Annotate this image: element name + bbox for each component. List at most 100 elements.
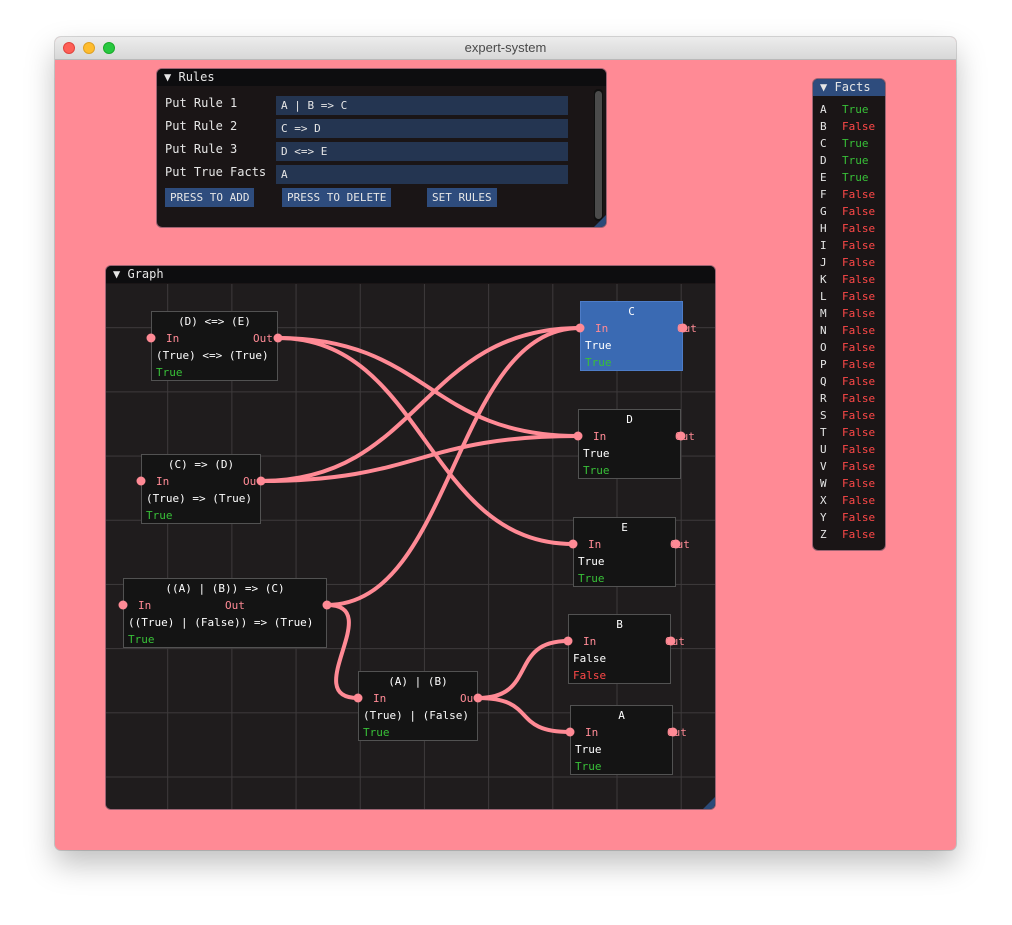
delete-rule-button[interactable]: PRESS TO DELETE bbox=[282, 188, 392, 207]
node-out-label[interactable]: Out bbox=[243, 475, 263, 488]
graph-node-a[interactable]: A In Out True True bbox=[570, 705, 687, 775]
node-title: B bbox=[616, 618, 623, 631]
fact-letter: O bbox=[820, 341, 827, 354]
node-in-label[interactable]: In bbox=[166, 332, 179, 345]
fact-letter: J bbox=[820, 256, 827, 269]
node-out-label[interactable]: Out bbox=[677, 322, 697, 335]
fact-letter: S bbox=[820, 409, 827, 422]
node-in-label[interactable]: In bbox=[585, 726, 598, 739]
fact-value: False bbox=[842, 409, 876, 422]
fact-letter: P bbox=[820, 358, 827, 371]
node-expression: True bbox=[575, 743, 602, 756]
node-result: True bbox=[585, 356, 612, 369]
fact-value: False bbox=[842, 477, 876, 490]
fact-value: False bbox=[842, 307, 876, 320]
fact-row-p: P False bbox=[820, 356, 875, 373]
fact-letter: R bbox=[820, 392, 827, 405]
graph-node-d[interactable]: D In Out True True bbox=[578, 409, 695, 479]
node-title: C bbox=[628, 305, 635, 318]
node-out-label[interactable]: Out bbox=[253, 332, 273, 345]
resize-grip-icon[interactable] bbox=[703, 797, 715, 809]
fact-row-y: Y False bbox=[820, 509, 875, 526]
node-result: True bbox=[578, 572, 605, 585]
fact-value: False bbox=[842, 256, 876, 269]
resize-grip-icon[interactable] bbox=[594, 215, 606, 227]
fact-letter: E bbox=[820, 171, 827, 184]
graph-canvas[interactable]: (D) <=> (E) In Out (True) <=> (True) True (C)… bbox=[106, 284, 715, 809]
fact-value: False bbox=[842, 511, 876, 524]
graph-link-abc-to-c bbox=[325, 326, 582, 607]
rules-scrollbar-thumb[interactable] bbox=[595, 91, 602, 219]
fact-row-e: E True bbox=[820, 169, 869, 186]
node-in-label[interactable]: In bbox=[583, 635, 596, 648]
fact-letter: I bbox=[820, 239, 827, 252]
collapse-triangle-icon[interactable]: ▼ bbox=[820, 80, 827, 94]
node-out-label[interactable]: Out bbox=[667, 726, 687, 739]
graph-node-ab[interactable]: (A) | (B) In Out (True) | (False) True bbox=[358, 671, 480, 741]
set-rules-button[interactable]: SET RULES bbox=[427, 188, 497, 207]
node-in-label[interactable]: In bbox=[588, 538, 601, 551]
graph-node-c[interactable]: C In Out True True bbox=[580, 301, 697, 371]
node-out-label[interactable]: Out bbox=[665, 635, 685, 648]
graph-node-cd[interactable]: (C) => (D) In Out (True) => (True) True bbox=[141, 454, 263, 524]
add-rule-button[interactable]: PRESS TO ADD bbox=[165, 188, 255, 207]
fact-value: False bbox=[842, 341, 876, 354]
graph-node-de[interactable]: (D) <=> (E) In Out (True) <=> (True) True bbox=[151, 311, 278, 381]
fact-value: False bbox=[842, 443, 876, 456]
graph-node-abc[interactable]: ((A) | (B)) => (C) In Out ((True) | (False)… bbox=[123, 578, 327, 648]
node-result: True bbox=[128, 633, 155, 646]
node-out-label[interactable]: Out bbox=[225, 599, 245, 612]
node-out-label[interactable]: Out bbox=[670, 538, 690, 551]
rules-panel-title: Rules bbox=[178, 70, 215, 84]
rule-1-input[interactable]: A | B => C bbox=[276, 96, 568, 115]
collapse-triangle-icon[interactable]: ▼ bbox=[113, 267, 120, 281]
node-in-label[interactable]: In bbox=[138, 599, 151, 612]
node-title: D bbox=[626, 413, 633, 426]
node-in-label[interactable]: In bbox=[593, 430, 606, 443]
fact-letter: F bbox=[820, 188, 827, 201]
graph-node-b[interactable]: B In Out False False bbox=[568, 614, 685, 684]
fact-letter: M bbox=[820, 307, 827, 320]
rules-panel: ▼ Rules Put Rule 1 A | B => C Put Rule 2… bbox=[157, 69, 606, 227]
fact-value: True bbox=[842, 171, 869, 184]
graph-panel-header[interactable]: ▼ Graph bbox=[106, 266, 715, 283]
fact-row-k: K False bbox=[820, 271, 875, 288]
node-expression: (True) <=> (True) bbox=[156, 349, 269, 362]
fact-letter: Q bbox=[820, 375, 827, 388]
rule-3-input[interactable]: D <=> E bbox=[276, 142, 568, 161]
node-out-label[interactable]: Out bbox=[460, 692, 480, 705]
node-in-label[interactable]: In bbox=[595, 322, 608, 335]
graph-node-e[interactable]: E In Out True True bbox=[573, 517, 690, 587]
node-title: E bbox=[621, 521, 628, 534]
fact-value: False bbox=[842, 290, 876, 303]
fact-value: False bbox=[842, 375, 876, 388]
fact-row-c: C True bbox=[820, 135, 869, 152]
fact-letter: Y bbox=[820, 511, 827, 524]
fact-letter: C bbox=[820, 137, 827, 150]
node-out-label[interactable]: Out bbox=[675, 430, 695, 443]
node-in-label[interactable]: In bbox=[373, 692, 386, 705]
collapse-triangle-icon[interactable]: ▼ bbox=[164, 70, 171, 84]
rules-scrollbar[interactable] bbox=[594, 89, 603, 221]
fact-value: True bbox=[842, 154, 869, 167]
rule-2-input[interactable]: C => D bbox=[276, 119, 568, 138]
fact-value: True bbox=[842, 103, 869, 116]
node-title: A bbox=[618, 709, 625, 722]
true-facts-input[interactable]: A bbox=[276, 165, 568, 184]
node-result: False bbox=[573, 669, 607, 682]
facts-panel: ▼ Facts A True B False C True D True E True F False… bbox=[813, 79, 885, 550]
rules-panel-header[interactable]: ▼ Rules bbox=[157, 69, 606, 86]
app-window: expert-system ▼ Rules Put Rule 1 A | B =… bbox=[55, 37, 956, 850]
node-in-label[interactable]: In bbox=[156, 475, 169, 488]
fact-value: False bbox=[842, 324, 876, 337]
facts-panel-header[interactable]: ▼ Facts bbox=[813, 79, 885, 96]
node-result: True bbox=[156, 366, 183, 379]
title-bar: expert-system bbox=[55, 37, 956, 60]
fact-row-w: W False bbox=[820, 475, 875, 492]
node-expression: (True) => (True) bbox=[146, 492, 252, 505]
node-expression: True bbox=[578, 555, 605, 568]
fact-value: False bbox=[842, 528, 876, 541]
node-title: (A) | (B) bbox=[388, 675, 448, 688]
node-title: (D) <=> (E) bbox=[178, 315, 251, 328]
node-expression: (True) | (False) bbox=[363, 709, 469, 722]
